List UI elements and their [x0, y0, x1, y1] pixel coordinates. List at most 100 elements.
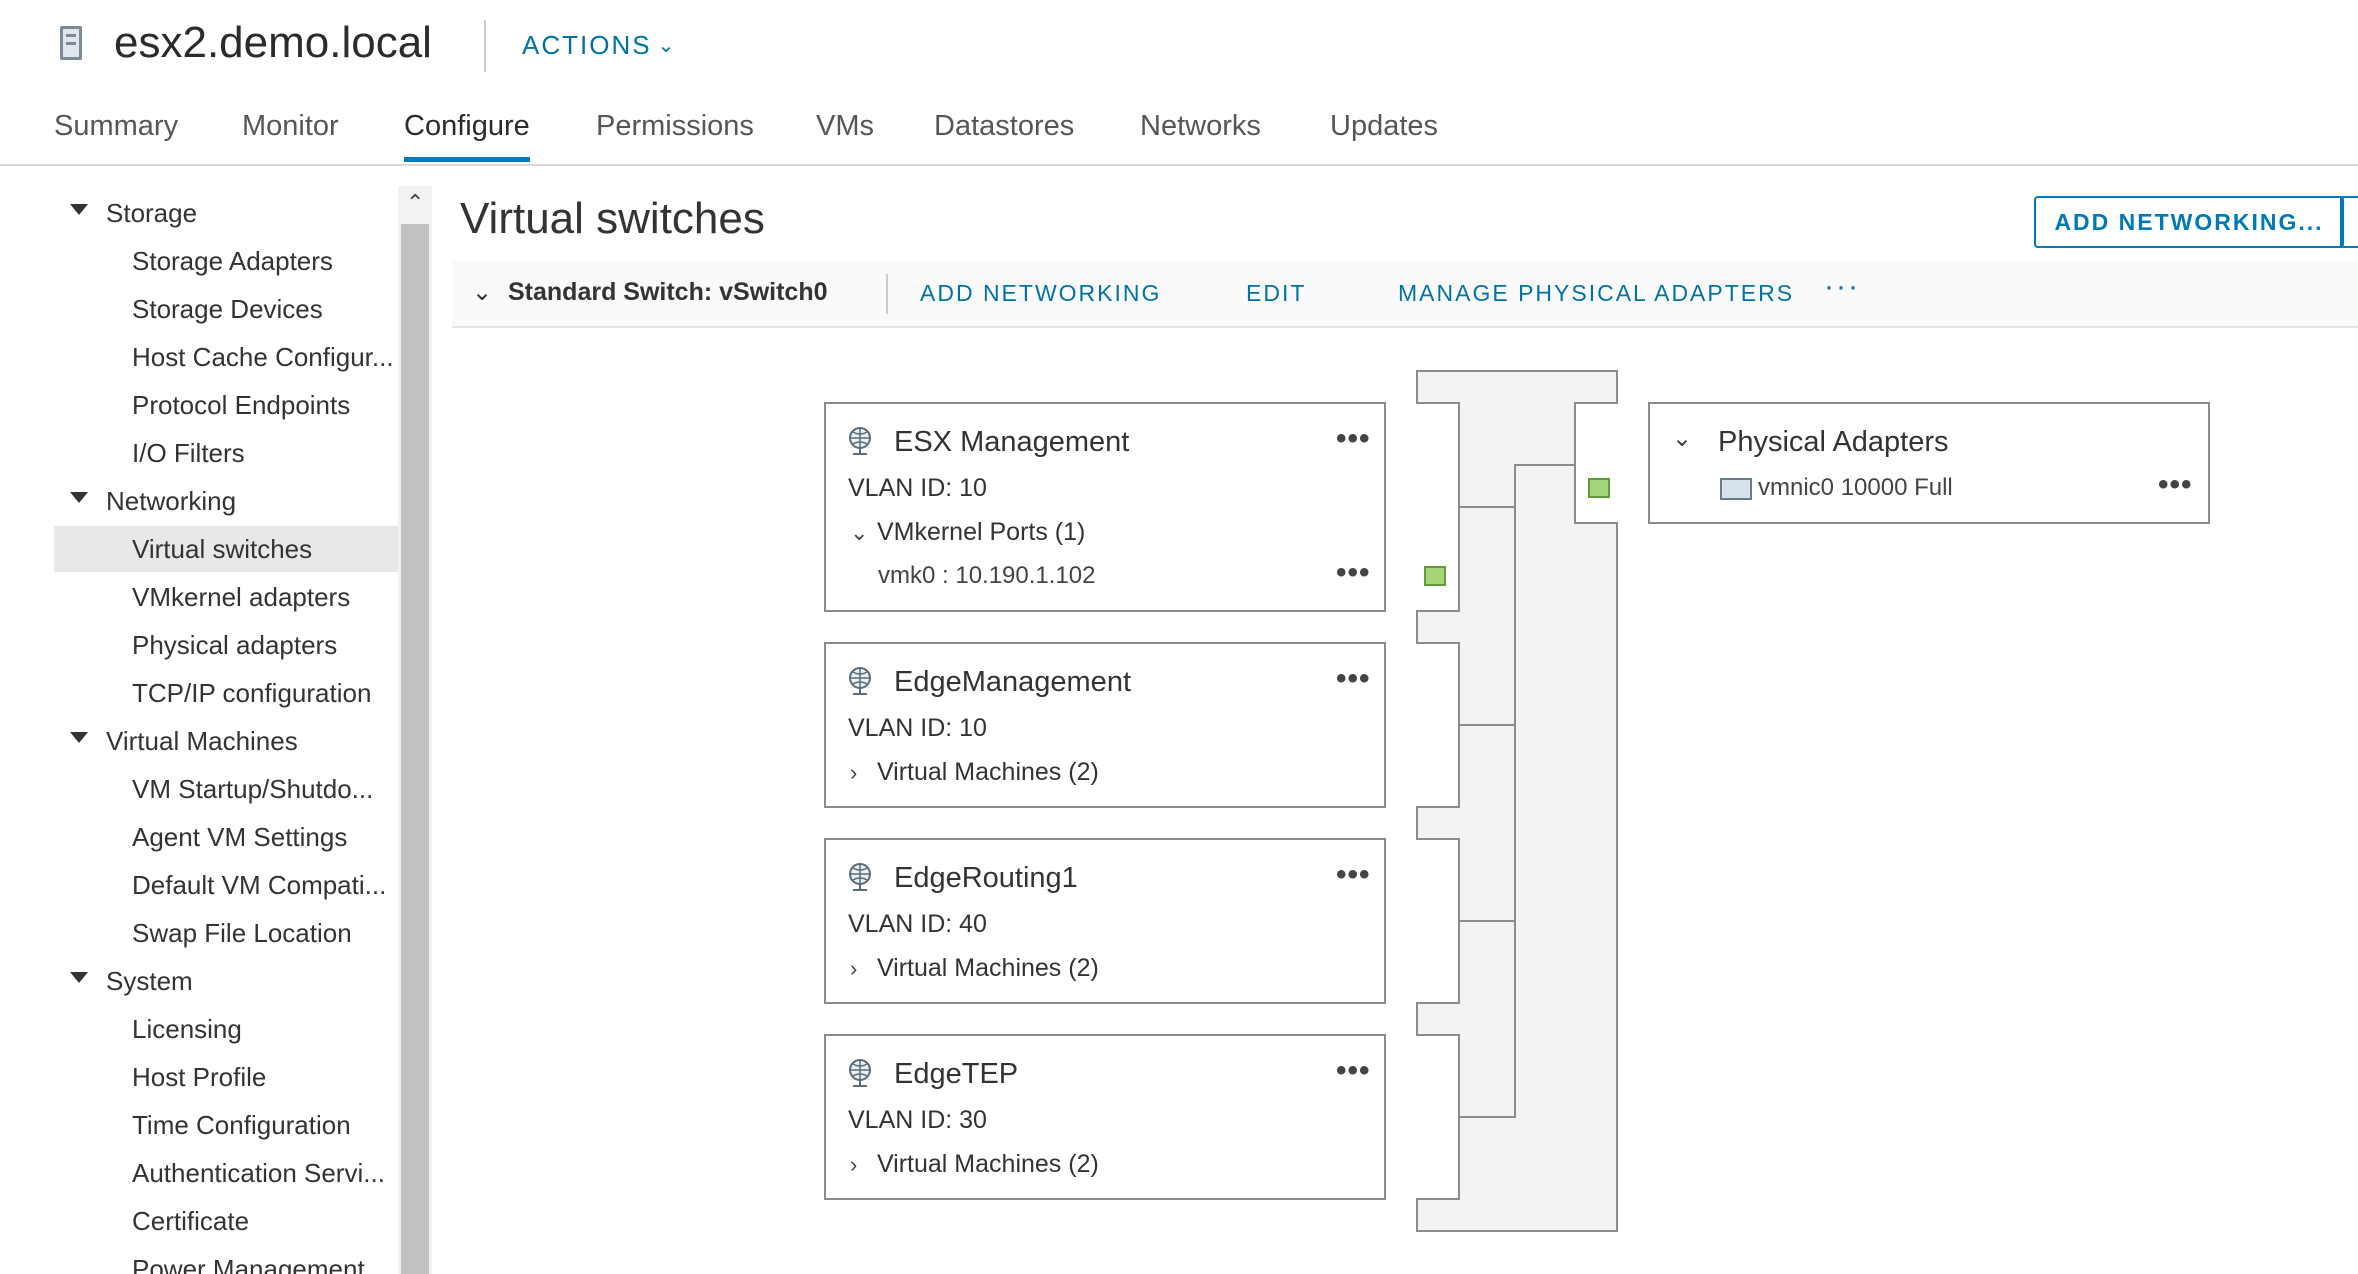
- nav-item-default-vm-compatibility[interactable]: Default VM Compati...: [54, 862, 400, 908]
- port-group-name: EdgeTEP: [894, 1058, 1019, 1090]
- nav-item-protocol-endpoints[interactable]: Protocol Endpoints: [54, 382, 400, 428]
- collapse-triangle-icon: [70, 972, 88, 983]
- manage-physical-adapters-link[interactable]: MANAGE PHYSICAL ADAPTERS: [1398, 280, 1794, 307]
- port-group-globe-icon: [849, 427, 871, 455]
- port-group-card[interactable]: EdgeRouting1 ••• VLAN ID: 40 › Virtual M…: [824, 838, 1386, 1004]
- more-actions-icon[interactable]: •••: [1336, 422, 1371, 456]
- edit-switch-link[interactable]: EDIT: [1246, 280, 1306, 307]
- configure-nav-tree: Storage Storage Adapters Storage Devices…: [54, 186, 400, 1274]
- nav-group-virtual-machines[interactable]: Virtual Machines: [54, 718, 400, 764]
- virtual-machines-expander[interactable]: › Virtual Machines (2): [850, 954, 1099, 983]
- more-actions-icon[interactable]: •••: [2158, 468, 2193, 502]
- collapse-triangle-icon: [70, 204, 88, 215]
- switch-name: Standard Switch: vSwitch0: [508, 278, 828, 306]
- more-actions-icon[interactable]: •••: [1336, 858, 1371, 892]
- collapse-triangle-icon: [70, 732, 88, 743]
- scrollbar-thumb[interactable]: [401, 224, 429, 1274]
- virtual-machines-expander[interactable]: › Virtual Machines (2): [850, 758, 1099, 787]
- more-actions-icon[interactable]: •••: [1336, 662, 1371, 696]
- nav-item-storage-adapters[interactable]: Storage Adapters: [54, 238, 400, 284]
- host-icon: [60, 26, 82, 60]
- nav-item-licensing[interactable]: Licensing: [54, 1006, 400, 1052]
- more-actions-icon[interactable]: •••: [1336, 1054, 1371, 1088]
- more-actions-icon[interactable]: •••: [1336, 556, 1371, 590]
- actions-label: ACTIONS: [522, 30, 652, 60]
- physical-adapters-card[interactable]: ⌄ Physical Adapters vmnic0 10000 Full ••…: [1648, 402, 2210, 524]
- chevron-down-icon[interactable]: ⌄: [472, 278, 492, 307]
- nic-icon: [1720, 478, 1752, 500]
- tab-summary[interactable]: Summary: [54, 110, 178, 157]
- switch-wire: [1460, 724, 1516, 726]
- chevron-down-icon: ⌄: [850, 520, 869, 545]
- more-actions-icon[interactable]: ···: [1824, 270, 1860, 304]
- header-divider: [484, 20, 486, 72]
- port-group-name: ESX Management: [894, 426, 1130, 458]
- actions-menu[interactable]: ACTIONS ⌄: [522, 30, 676, 61]
- vlan-id: VLAN ID: 10: [848, 714, 987, 742]
- nav-item-virtual-switches[interactable]: Virtual switches: [54, 526, 400, 572]
- switch-toolbar: ⌄ Standard Switch: vSwitch0 ADD NETWORKI…: [452, 260, 2358, 328]
- switch-wire: [1460, 920, 1516, 922]
- nav-scrollbar[interactable]: ⌃: [398, 186, 432, 1274]
- tab-vms[interactable]: VMs: [816, 110, 874, 157]
- physical-adapters-title: Physical Adapters: [1718, 426, 1949, 458]
- add-networking-link[interactable]: ADD NETWORKING: [920, 280, 1161, 307]
- physical-adapter-label: vmnic0 10000 Full: [1758, 474, 1953, 501]
- port-group-globe-icon: [849, 667, 871, 695]
- chevron-right-icon: ›: [850, 1152, 858, 1177]
- tab-datastores[interactable]: Datastores: [934, 110, 1074, 157]
- switch-wire: [1514, 464, 1516, 1118]
- object-header: esx2.demo.local ACTIONS ⌄: [0, 0, 2358, 90]
- port-group-name: EdgeRouting1: [894, 862, 1078, 894]
- nav-item-host-profile[interactable]: Host Profile: [54, 1054, 400, 1100]
- port-group-connector: [1416, 642, 1460, 808]
- nav-item-host-cache-configuration[interactable]: Host Cache Configur...: [54, 334, 400, 380]
- vmkernel-port-row: vmk0 : 10.190.1.102: [878, 562, 1096, 589]
- chevron-right-icon: ›: [850, 956, 858, 981]
- vlan-id: VLAN ID: 30: [848, 1106, 987, 1134]
- virtual-machines-expander[interactable]: › Virtual Machines (2): [850, 1150, 1099, 1179]
- nav-group-storage[interactable]: Storage: [54, 190, 400, 236]
- chevron-right-icon: ›: [850, 760, 858, 785]
- port-group-card[interactable]: ESX Management ••• VLAN ID: 10 ⌄ VMkerne…: [824, 402, 1386, 612]
- nav-group-system[interactable]: System: [54, 958, 400, 1004]
- nav-item-certificate[interactable]: Certificate: [54, 1198, 400, 1244]
- vlan-id: VLAN ID: 40: [848, 910, 987, 938]
- tab-updates[interactable]: Updates: [1330, 110, 1438, 157]
- uplink-port-marker[interactable]: [1588, 478, 1610, 498]
- nav-item-power-management[interactable]: Power Management: [54, 1246, 400, 1274]
- chevron-down-icon[interactable]: ⌄: [1672, 424, 1692, 453]
- collapse-triangle-icon: [70, 492, 88, 503]
- vmkernel-port-marker[interactable]: [1424, 566, 1446, 586]
- tab-bar: Summary Monitor Configure Permissions VM…: [0, 90, 2358, 166]
- nav-item-io-filters[interactable]: I/O Filters: [54, 430, 400, 476]
- host-title: esx2.demo.local: [114, 18, 432, 67]
- nav-item-storage-devices[interactable]: Storage Devices: [54, 286, 400, 332]
- port-group-globe-icon: [849, 863, 871, 891]
- tab-permissions[interactable]: Permissions: [596, 110, 754, 157]
- nav-item-agent-vm-settings[interactable]: Agent VM Settings: [54, 814, 400, 860]
- scroll-up-icon[interactable]: ⌃: [406, 190, 424, 216]
- vmkernel-ports-expander[interactable]: ⌄ VMkernel Ports (1): [850, 518, 1085, 547]
- nav-group-networking[interactable]: Networking: [54, 478, 400, 524]
- tab-configure[interactable]: Configure: [404, 110, 530, 162]
- page-title: Virtual switches: [460, 194, 765, 243]
- switch-wire: [1514, 464, 1576, 466]
- uplink-connector: [1574, 402, 1618, 524]
- port-group-card[interactable]: EdgeManagement ••• VLAN ID: 10 › Virtual…: [824, 642, 1386, 808]
- nav-item-vmkernel-adapters[interactable]: VMkernel adapters: [54, 574, 400, 620]
- nav-item-time-configuration[interactable]: Time Configuration: [54, 1102, 400, 1148]
- nav-item-tcpip-configuration[interactable]: TCP/IP configuration: [54, 670, 400, 716]
- port-group-globe-icon: [849, 1059, 871, 1087]
- chevron-down-icon: ⌄: [657, 35, 677, 57]
- switch-wire: [1460, 506, 1516, 508]
- nav-item-swap-file-location[interactable]: Swap File Location: [54, 910, 400, 956]
- add-networking-button[interactable]: ADD NETWORKING...: [2034, 196, 2344, 248]
- nav-item-physical-adapters[interactable]: Physical adapters: [54, 622, 400, 668]
- nav-item-authentication-services[interactable]: Authentication Servi...: [54, 1150, 400, 1196]
- port-group-card[interactable]: EdgeTEP ••• VLAN ID: 30 › Virtual Machin…: [824, 1034, 1386, 1200]
- nav-item-vm-startup-shutdown[interactable]: VM Startup/Shutdo...: [54, 766, 400, 812]
- tab-networks[interactable]: Networks: [1140, 110, 1261, 157]
- tab-monitor[interactable]: Monitor: [242, 110, 339, 157]
- refresh-button[interactable]: [2340, 196, 2358, 248]
